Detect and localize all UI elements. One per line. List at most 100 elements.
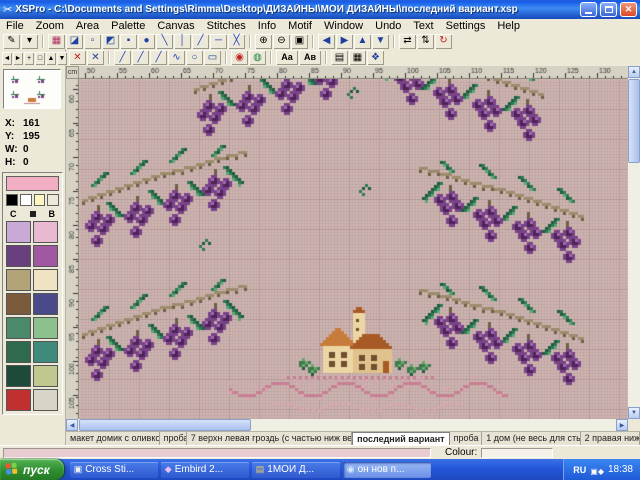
- scroll-up-arrow-icon[interactable]: [628, 66, 640, 78]
- pattern-preview[interactable]: [3, 69, 61, 109]
- zoom-fit-button[interactable]: ▣: [291, 34, 308, 49]
- chart-view-button[interactable]: ▤: [331, 50, 348, 65]
- taskbar-task[interactable]: ◉он нов п...: [343, 462, 431, 478]
- palette-color-strip[interactable]: [33, 365, 58, 387]
- palette-color-strip[interactable]: [6, 245, 31, 267]
- full-stitch-button[interactable]: ▦: [48, 34, 65, 49]
- taskbar-task[interactable]: ▣Cross Sti...: [70, 462, 158, 478]
- scroll-up-button[interactable]: ▲: [354, 34, 371, 49]
- start-button[interactable]: пуск: [0, 459, 64, 480]
- maximize-button[interactable]: [600, 2, 617, 17]
- design-tab[interactable]: проба 2: [450, 432, 483, 445]
- scroll-right-button[interactable]: ▶: [336, 34, 353, 49]
- rect-select-tool-button[interactable]: □: [35, 52, 45, 65]
- minimize-button[interactable]: [580, 2, 597, 17]
- flip-horizontal-button[interactable]: ⇄: [399, 34, 416, 49]
- line-thin-button[interactable]: ╱: [114, 50, 131, 65]
- text-cyrillic-button[interactable]: Ав: [299, 50, 321, 65]
- taskbar-task[interactable]: ◆Embird 2...: [161, 462, 249, 478]
- menu-item-zoom[interactable]: Zoom: [30, 19, 70, 33]
- palette-color-strip[interactable]: [33, 389, 58, 411]
- french-knot-button[interactable]: ●: [138, 34, 155, 49]
- design-tab[interactable]: макет домик с оливковками: [66, 432, 160, 445]
- palette-small-swatch[interactable]: [20, 194, 32, 206]
- selected-color-swatch[interactable]: [6, 176, 59, 191]
- palette-color-strip[interactable]: [33, 341, 58, 363]
- scroll-down-arrow-icon[interactable]: [628, 407, 640, 419]
- zoom-out-button[interactable]: ⊖: [273, 34, 290, 49]
- down-tool-button[interactable]: ▼: [57, 52, 67, 65]
- tray-icon[interactable]: ▣: [590, 467, 598, 476]
- palette-small-swatch[interactable]: [34, 194, 46, 206]
- backstitch-diagonal-left-button[interactable]: ╲: [156, 34, 173, 49]
- motif-library-button[interactable]: ❖: [367, 50, 384, 65]
- horizontal-scrollbar[interactable]: [66, 419, 628, 431]
- menu-item-text[interactable]: Text: [407, 19, 439, 33]
- quarter-stitch-button[interactable]: ▫: [84, 34, 101, 49]
- close-button[interactable]: [620, 2, 637, 17]
- horizontal-scroll-thumb[interactable]: [79, 419, 251, 431]
- palette-color-strip[interactable]: [6, 221, 31, 243]
- design-tab[interactable]: проба: [160, 432, 187, 445]
- design-tab[interactable]: 1 дом (не весь для стыковки): [482, 432, 580, 445]
- language-indicator[interactable]: RU: [573, 465, 586, 475]
- scroll-left-arrow-icon[interactable]: [66, 419, 78, 431]
- palette-color-strip[interactable]: [33, 269, 58, 291]
- palette-small-swatch[interactable]: [6, 194, 18, 206]
- menu-item-help[interactable]: Help: [491, 19, 526, 33]
- ellipse-tool-button[interactable]: ○: [186, 50, 203, 65]
- text-latin-button[interactable]: Aa: [276, 50, 298, 65]
- scroll-down-button[interactable]: ▼: [372, 34, 389, 49]
- menu-item-palette[interactable]: Palette: [105, 19, 151, 33]
- pencil-tool-button[interactable]: ✎: [3, 34, 20, 49]
- pattern-canvas[interactable]: [79, 79, 628, 419]
- zoom-in-button[interactable]: ⊕: [255, 34, 272, 49]
- menu-item-motif[interactable]: Motif: [282, 19, 318, 33]
- design-tab[interactable]: 7 верхн левая гроздь (с частью ниж ветки…: [187, 432, 352, 445]
- line-medium-button[interactable]: ╱: [132, 50, 149, 65]
- delete-stitch-button[interactable]: ✕: [69, 50, 86, 65]
- menu-item-area[interactable]: Area: [70, 19, 105, 33]
- menu-item-canvas[interactable]: Canvas: [151, 19, 200, 33]
- backstitch-horizontal-button[interactable]: ─: [210, 34, 227, 49]
- petite-stitch-button[interactable]: ▪: [120, 34, 137, 49]
- curve-tool-button[interactable]: ∿: [168, 50, 185, 65]
- up-tool-button[interactable]: ▲: [46, 52, 56, 65]
- symbols-view-button[interactable]: ▦: [349, 50, 366, 65]
- palette-color-strip[interactable]: [33, 245, 58, 267]
- palette-color-strip[interactable]: [33, 293, 58, 315]
- design-tab[interactable]: 2 правая ниж гр.: [581, 432, 640, 445]
- palette-color-strip[interactable]: [33, 221, 58, 243]
- backstitch-vertical-button[interactable]: │: [174, 34, 191, 49]
- half-stitch-button[interactable]: ◪: [66, 34, 83, 49]
- add-tool-button[interactable]: +: [24, 52, 34, 65]
- arrow-right-tool-button[interactable]: ►: [13, 52, 23, 65]
- palette-color-strip[interactable]: [6, 365, 31, 387]
- palette-color-strip[interactable]: [6, 341, 31, 363]
- palette-color-strip[interactable]: [6, 317, 31, 339]
- flip-vertical-button[interactable]: ⇅: [417, 34, 434, 49]
- palette-small-swatch[interactable]: [47, 194, 59, 206]
- palette-color-strip[interactable]: [6, 293, 31, 315]
- line-thick-button[interactable]: ╱: [150, 50, 167, 65]
- title-bar[interactable]: ✂ XSPro - C:\Documents and Settings\Rimm…: [0, 0, 640, 19]
- color-picker-button[interactable]: ◉: [231, 50, 248, 65]
- fill-tool-button[interactable]: ◍: [249, 50, 266, 65]
- backstitch-diagonal-right-button[interactable]: ╱: [192, 34, 209, 49]
- palette-color-strip[interactable]: [33, 317, 58, 339]
- arrow-left-tool-button[interactable]: ◄: [2, 52, 12, 65]
- design-tab[interactable]: последний вариант: [352, 432, 449, 445]
- long-stitch-button[interactable]: ╳: [228, 34, 245, 49]
- menu-item-window[interactable]: Window: [318, 19, 369, 33]
- scroll-left-button[interactable]: ◀: [318, 34, 335, 49]
- taskbar-task[interactable]: ▤1МОИ Д...: [252, 462, 340, 478]
- menu-item-stitches[interactable]: Stitches: [201, 19, 252, 33]
- pencil-dropdown-button[interactable]: ▾: [21, 34, 38, 49]
- scroll-right-arrow-icon[interactable]: [616, 419, 628, 431]
- three-quarter-stitch-button[interactable]: ◩: [102, 34, 119, 49]
- tray-icon[interactable]: ◆: [598, 467, 604, 476]
- menu-item-file[interactable]: File: [0, 19, 30, 33]
- vertical-scrollbar[interactable]: [628, 66, 640, 419]
- delete-backstitch-button[interactable]: ✕: [87, 50, 104, 65]
- menu-item-info[interactable]: Info: [252, 19, 282, 33]
